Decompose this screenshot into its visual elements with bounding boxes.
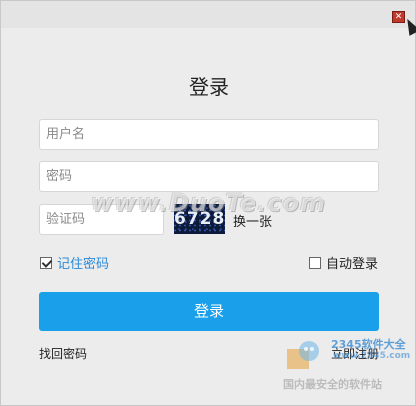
- remember-password-option[interactable]: 记住密码: [40, 253, 109, 272]
- auto-login-label: 自动登录: [326, 257, 379, 272]
- login-window: ✕ 登录 6728 换一张 记住密码 自动登录 登录 找回密码 立即注册 www…: [0, 0, 416, 406]
- watermark-footer: 国内最安全的软件站: [283, 378, 382, 391]
- captcha-input[interactable]: [39, 204, 164, 235]
- remember-password-label: 记住密码: [57, 257, 110, 272]
- login-button[interactable]: 登录: [39, 292, 379, 331]
- auto-login-option[interactable]: 自动登录: [309, 253, 378, 272]
- checkbox-icon[interactable]: [309, 256, 321, 269]
- refresh-captcha-link[interactable]: 换一张: [233, 211, 272, 230]
- password-input[interactable]: [39, 161, 379, 192]
- username-input[interactable]: [39, 119, 379, 150]
- captcha-image[interactable]: 6728: [174, 204, 225, 234]
- title-bar: ✕: [1, 1, 415, 28]
- register-link[interactable]: 立即注册: [331, 345, 379, 362]
- watermark-logo-icon: [287, 341, 319, 369]
- checkbox-icon[interactable]: [40, 256, 52, 269]
- forgot-password-link[interactable]: 找回密码: [39, 345, 87, 362]
- page-title: 登录: [189, 75, 229, 99]
